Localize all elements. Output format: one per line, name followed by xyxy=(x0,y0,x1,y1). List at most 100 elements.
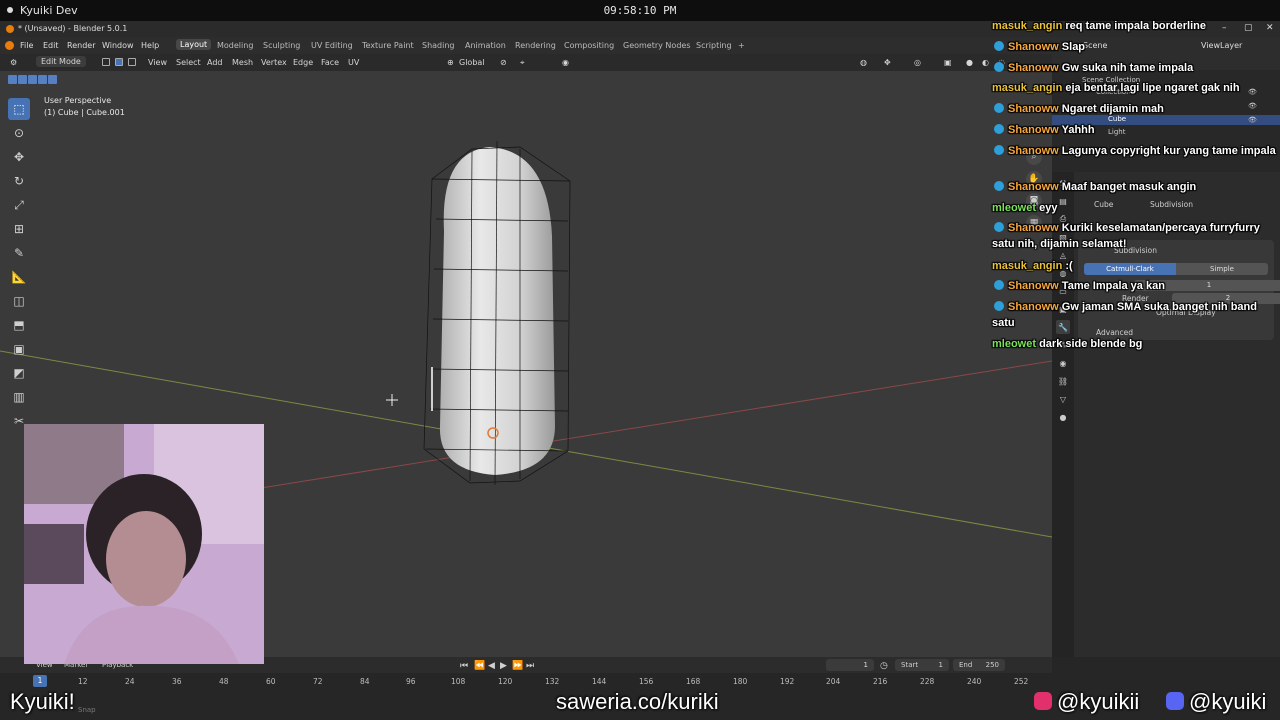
tab-texture-paint[interactable]: Texture Paint xyxy=(362,41,414,50)
proportional-edit-icon[interactable]: ◉ xyxy=(562,58,569,67)
menu-view[interactable]: View xyxy=(148,58,167,67)
add-cube-tool-icon[interactable]: ◫ xyxy=(8,290,30,312)
tab-compositing[interactable]: Compositing xyxy=(564,41,614,50)
end-frame-field[interactable]: End 250 xyxy=(953,659,1005,671)
inset-tool-icon[interactable]: ▣ xyxy=(8,338,30,360)
start-frame-field[interactable]: Start 1 xyxy=(895,659,949,671)
chat-message: Shanoww Ngaret dijamin mah xyxy=(992,101,1280,117)
chat-message: Shanoww Gw suka nih tame impala xyxy=(992,60,1280,76)
origin-dot xyxy=(491,431,495,435)
menu-render[interactable]: Render xyxy=(67,41,95,50)
chat-username: Shanoww xyxy=(1008,280,1059,292)
add-workspace-button[interactable]: + xyxy=(738,41,745,50)
scale-tool-icon[interactable]: ⤢ xyxy=(8,194,30,216)
snap-icon[interactable]: ⌖ xyxy=(520,58,525,68)
user-badge-icon xyxy=(994,124,1004,134)
tab-animation[interactable]: Animation xyxy=(465,41,506,50)
tick-label: 216 xyxy=(873,677,888,686)
tab-modeling[interactable]: Modeling xyxy=(217,41,253,50)
end-label: End xyxy=(959,661,973,669)
select-box-tool-icon[interactable]: ⬚ xyxy=(8,98,30,120)
jump-start-icon[interactable]: ⏮ xyxy=(460,661,468,671)
move-tool-icon[interactable]: ✥ xyxy=(8,146,30,168)
menu-vertex[interactable]: Vertex xyxy=(261,58,287,67)
solid-shading-icon[interactable]: ● xyxy=(966,58,973,67)
tab-rendering[interactable]: Rendering xyxy=(515,41,556,50)
cursor-tool-icon[interactable]: ⊙ xyxy=(8,122,30,144)
play-reverse-icon[interactable]: ◀ xyxy=(488,661,495,671)
menu-help[interactable]: Help xyxy=(141,41,159,50)
bevel-tool-icon[interactable]: ◩ xyxy=(8,362,30,384)
visibility-icon[interactable]: ◍ xyxy=(860,58,867,67)
menu-face[interactable]: Face xyxy=(321,58,339,67)
mode-selector[interactable]: Edit Mode xyxy=(36,56,86,67)
menu-select[interactable]: Select xyxy=(176,58,201,67)
user-badge-icon xyxy=(994,222,1004,232)
tab-shading[interactable]: Shading xyxy=(422,41,455,50)
annotate-tool-icon[interactable]: ✎ xyxy=(8,242,30,264)
edge-select-icon[interactable] xyxy=(115,58,123,66)
tick-label: 84 xyxy=(360,677,370,686)
gizmo-icon[interactable]: ✥ xyxy=(884,58,891,67)
tick-label: 180 xyxy=(733,677,748,686)
timeline: View Marker Playback ⏮ ⏪ ◀ ▶ ⏩ ⏭ 1 ◷ Sta… xyxy=(0,657,1052,720)
next-keyframe-icon[interactable]: ⏩ xyxy=(512,661,523,671)
menu-uv[interactable]: UV xyxy=(348,58,359,67)
chat-message: Shanoww Kuriki keselamatan/percaya furry… xyxy=(992,220,1280,252)
constraint-props-icon[interactable]: ⛓ xyxy=(1056,374,1070,388)
menu-edit[interactable]: Edit xyxy=(43,41,59,50)
vertex-select-icon[interactable] xyxy=(102,58,110,66)
chat-username: Shanoww xyxy=(1008,145,1059,157)
face-select-icon[interactable] xyxy=(128,58,136,66)
playhead[interactable]: 1 xyxy=(33,675,47,687)
tick-label: 60 xyxy=(266,677,276,686)
tab-scripting[interactable]: Scripting xyxy=(696,41,732,50)
os-clock: 09:58:10 PM xyxy=(603,4,677,17)
menu-mesh[interactable]: Mesh xyxy=(232,58,253,67)
viewport-header: ⚙ Edit Mode View Select Add Mesh Vertex … xyxy=(0,54,1052,71)
orientation-icon[interactable]: ⊕ xyxy=(447,58,454,67)
xray-icon[interactable]: ▣ xyxy=(944,58,952,67)
physics-props-icon[interactable]: ◉ xyxy=(1056,356,1070,370)
tick-label: 144 xyxy=(592,677,607,686)
prev-keyframe-icon[interactable]: ⏪ xyxy=(474,661,485,671)
tab-geometry-nodes[interactable]: Geometry Nodes xyxy=(623,41,690,50)
extrude-tool-icon[interactable]: ⬒ xyxy=(8,314,30,336)
menu-edge[interactable]: Edge xyxy=(293,58,313,67)
tab-uv-editing[interactable]: UV Editing xyxy=(311,41,353,50)
data-props-icon[interactable]: ▽ xyxy=(1056,392,1070,406)
chat-username: mleowet xyxy=(992,338,1037,350)
current-frame-field[interactable]: 1 xyxy=(826,659,874,671)
pivot-icon[interactable]: ⊘ xyxy=(500,58,507,67)
tab-layout[interactable]: Layout xyxy=(176,39,212,50)
overlay-icon[interactable]: ◎ xyxy=(914,58,921,67)
user-badge-icon xyxy=(994,301,1004,311)
material-shading-icon[interactable]: ◐ xyxy=(982,58,989,67)
measure-tool-icon[interactable]: 📐 xyxy=(8,266,30,288)
jump-end-icon[interactable]: ⏭ xyxy=(526,661,534,671)
blender-menu-icon[interactable] xyxy=(5,41,14,50)
play-icon[interactable]: ▶ xyxy=(500,661,507,671)
tick-label: 192 xyxy=(780,677,795,686)
user-badge-icon xyxy=(994,62,1004,72)
chat-text: Ngaret dijamin mah xyxy=(1061,103,1164,115)
discord-icon xyxy=(1166,692,1184,710)
menu-add[interactable]: Add xyxy=(207,58,223,67)
donation-link: saweria.co/kuriki xyxy=(556,689,719,714)
menu-file[interactable]: File xyxy=(20,41,33,50)
editor-type-icon[interactable]: ⚙ xyxy=(10,58,17,67)
user-badge-icon xyxy=(994,103,1004,113)
rotate-tool-icon[interactable]: ↻ xyxy=(8,170,30,192)
transform-tool-icon[interactable]: ⊞ xyxy=(8,218,30,240)
user-badge-icon xyxy=(994,41,1004,51)
chat-username: Shanoww xyxy=(1008,181,1059,193)
transform-orientation-dropdown[interactable]: Global xyxy=(459,58,485,67)
end-value: 250 xyxy=(985,661,999,669)
tick-label: 204 xyxy=(826,677,841,686)
chat-username: Shanoww xyxy=(1008,222,1059,234)
tab-sculpting[interactable]: Sculpting xyxy=(263,41,300,50)
menu-window[interactable]: Window xyxy=(102,41,134,50)
material-props-icon[interactable]: ● xyxy=(1056,410,1070,424)
loop-cut-tool-icon[interactable]: ▥ xyxy=(8,386,30,408)
select-mode-buttons[interactable] xyxy=(8,75,70,86)
